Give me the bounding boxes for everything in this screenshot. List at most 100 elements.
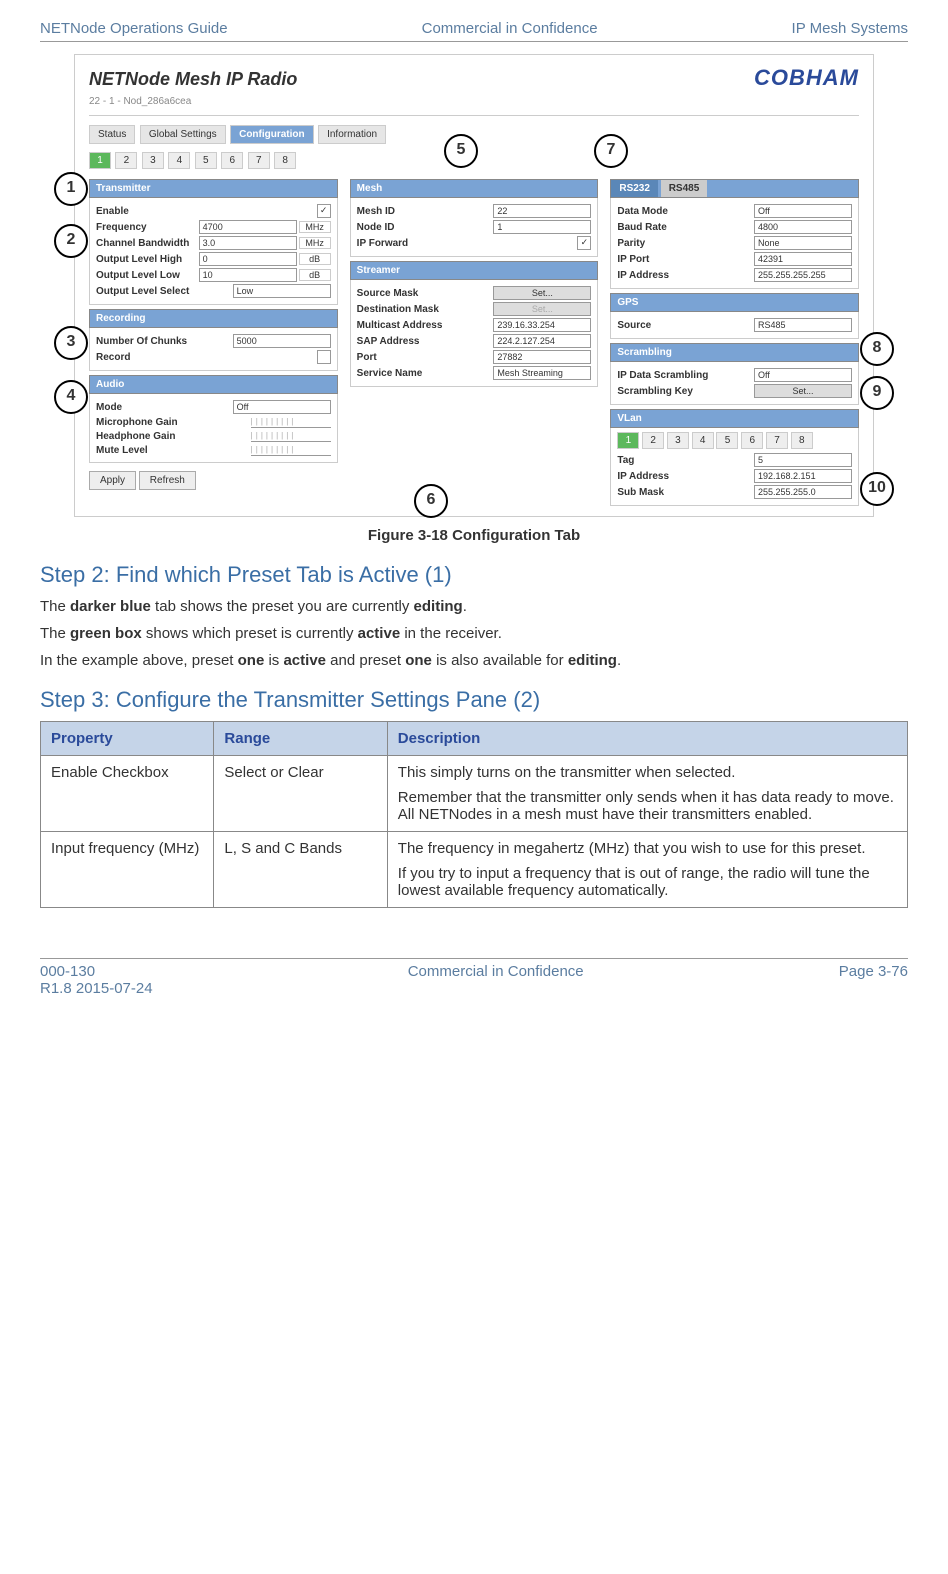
r1c3: This simply turns on the transmitter whe… (387, 756, 907, 832)
preset-6[interactable]: 6 (221, 152, 243, 169)
parity-input[interactable]: None (754, 236, 852, 250)
r2c2: L, S and C Bands (214, 832, 387, 908)
step2-p3: In the example above, preset one is acti… (40, 650, 908, 671)
bw-unit: MHz (299, 237, 331, 249)
lbl-freq: Frequency (96, 222, 199, 233)
vlan-4[interactable]: 4 (692, 432, 714, 449)
dmode-input[interactable]: Off (754, 204, 852, 218)
mcast-input[interactable]: 239.16.33.254 (493, 318, 591, 332)
streamer-head: Streamer (350, 261, 599, 280)
callout-3: 3 (54, 326, 88, 360)
vlan-5[interactable]: 5 (716, 432, 738, 449)
preset-3[interactable]: 3 (142, 152, 164, 169)
srcmask-btn[interactable]: Set... (493, 286, 591, 300)
vlan-7[interactable]: 7 (766, 432, 788, 449)
outlow-unit: dB (299, 269, 331, 281)
callout-5: 5 (444, 134, 478, 168)
callout-6: 6 (414, 484, 448, 518)
mode-input[interactable]: Off (233, 400, 331, 414)
preset-5[interactable]: 5 (195, 152, 217, 169)
outlow-input[interactable]: 10 (199, 268, 297, 282)
step2-heading: Step 2: Find which Preset Tab is Active … (40, 562, 908, 588)
lbl-sap: SAP Address (357, 336, 494, 347)
lbl-nodeid: Node ID (357, 222, 494, 233)
ipport-input[interactable]: 42391 (754, 252, 852, 266)
vipaddr-input[interactable]: 192.168.2.151 (754, 469, 852, 483)
tab-status[interactable]: Status (89, 125, 135, 144)
figure-wrap: 1 2 3 4 5 6 7 8 9 10 COBHAM NETNode Mesh… (74, 54, 874, 517)
svc-input[interactable]: Mesh Streaming (493, 366, 591, 380)
lbl-outlow: Output Level Low (96, 270, 199, 281)
footer-left: 000-130R1.8 2015-07-24 (40, 963, 153, 997)
apply-button[interactable]: Apply (89, 471, 136, 490)
port-input[interactable]: 27882 (493, 350, 591, 364)
outsel-input[interactable]: Low (233, 284, 331, 298)
ipaddr-input[interactable]: 255.255.255.255 (754, 268, 852, 282)
preset-7[interactable]: 7 (248, 152, 270, 169)
footer-center: Commercial in Confidence (408, 963, 584, 997)
refresh-button[interactable]: Refresh (139, 471, 196, 490)
baud-input[interactable]: 4800 (754, 220, 852, 234)
vlan-head: VLan (610, 409, 859, 428)
dstmask-btn[interactable]: Set... (493, 302, 591, 316)
callout-10: 10 (860, 472, 894, 506)
meshid-input[interactable]: 22 (493, 204, 591, 218)
vlan-3[interactable]: 3 (667, 432, 689, 449)
sap-input[interactable]: 224.2.127.254 (493, 334, 591, 348)
tab-configuration[interactable]: Configuration (230, 125, 314, 144)
source-input[interactable]: RS485 (754, 318, 852, 332)
step2-p1: The darker blue tab shows the preset you… (40, 596, 908, 617)
callout-8: 8 (860, 332, 894, 366)
vlan-8[interactable]: 8 (791, 432, 813, 449)
rs485-tab[interactable]: RS485 (661, 180, 708, 197)
chunks-input[interactable]: 5000 (233, 334, 331, 348)
ipfwd-cb[interactable]: ✓ (577, 236, 591, 250)
r1c1: Enable Checkbox (41, 756, 214, 832)
step2-p2: The green box shows which preset is curr… (40, 623, 908, 644)
lbl-svc: Service Name (357, 368, 494, 379)
lbl-mute: Mute Level (96, 445, 251, 456)
rs232-tab[interactable]: RS232 (611, 180, 658, 197)
callout-1: 1 (54, 172, 88, 206)
lbl-srcmask: Source Mask (357, 288, 494, 299)
table-row: Input frequency (MHz) L, S and C Bands T… (41, 832, 908, 908)
header-right: IP Mesh Systems (792, 20, 908, 37)
brand-logo: COBHAM (754, 65, 859, 91)
freq-input[interactable]: 4700 (199, 220, 297, 234)
screenshot-panel: COBHAM NETNode Mesh IP Radio 22 - 1 - No… (74, 54, 874, 517)
ipdata-input[interactable]: Off (754, 368, 852, 382)
preset-1[interactable]: 1 (89, 152, 111, 169)
bw-input[interactable]: 3.0 (199, 236, 297, 250)
tab-information[interactable]: Information (318, 125, 386, 144)
lbl-dmode: Data Mode (617, 206, 754, 217)
preset-4[interactable]: 4 (168, 152, 190, 169)
preset-8[interactable]: 8 (274, 152, 296, 169)
nodeid-input[interactable]: 1 (493, 220, 591, 234)
tab-global[interactable]: Global Settings (140, 125, 226, 144)
enable-cb[interactable]: ✓ (317, 204, 331, 218)
submask-input[interactable]: 255.255.255.0 (754, 485, 852, 499)
record-cb[interactable] (317, 350, 331, 364)
preset-2[interactable]: 2 (115, 152, 137, 169)
step3-heading: Step 3: Configure the Transmitter Settin… (40, 687, 908, 713)
header-left: NETNode Operations Guide (40, 20, 228, 37)
callout-7: 7 (594, 134, 628, 168)
hp-slider[interactable] (251, 430, 331, 442)
lbl-mcast: Multicast Address (357, 320, 494, 331)
property-table: Property Range Description Enable Checkb… (40, 721, 908, 908)
vlan-1[interactable]: 1 (617, 432, 639, 449)
lbl-ipfwd: IP Forward (357, 238, 578, 249)
lbl-vipaddr: IP Address (617, 471, 754, 482)
key-btn[interactable]: Set... (754, 384, 852, 398)
tag-input[interactable]: 5 (754, 453, 852, 467)
outhigh-input[interactable]: 0 (199, 252, 297, 266)
lbl-baud: Baud Rate (617, 222, 754, 233)
lbl-outsel: Output Level Select (96, 286, 233, 297)
vlan-6[interactable]: 6 (741, 432, 763, 449)
freq-unit: MHz (299, 221, 331, 233)
mic-slider[interactable] (251, 416, 331, 428)
vlan-2[interactable]: 2 (642, 432, 664, 449)
th-range: Range (214, 722, 387, 756)
r2c3: The frequency in megahertz (MHz) that yo… (387, 832, 907, 908)
mute-slider[interactable] (251, 444, 331, 456)
